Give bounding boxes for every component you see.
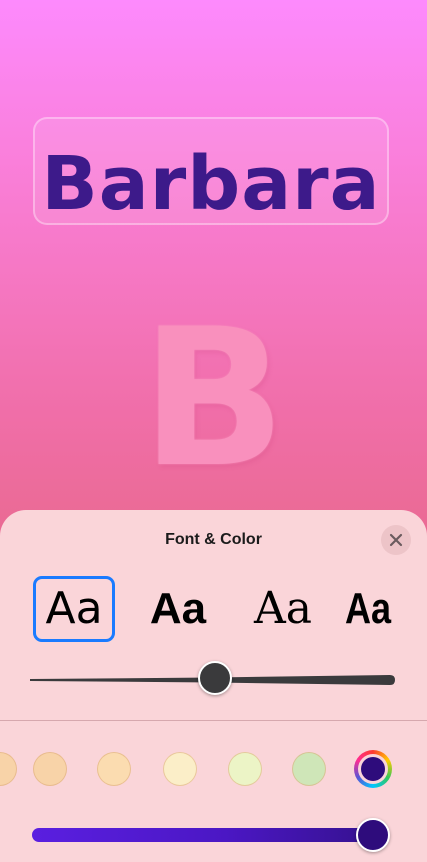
color-swatch-5[interactable] xyxy=(292,752,326,786)
font-option-2[interactable]: Aa xyxy=(137,576,219,642)
selected-color-dot xyxy=(361,757,385,781)
color-swatch-3[interactable] xyxy=(163,752,197,786)
name-text: Barbara xyxy=(41,141,381,227)
color-swatch-1[interactable] xyxy=(33,752,67,786)
close-icon xyxy=(389,533,403,547)
sheet-title: Font & Color xyxy=(165,531,262,548)
font-option-1[interactable]: Aa xyxy=(33,576,115,642)
font-option-3[interactable]: Aa xyxy=(242,576,324,642)
font-weight-slider-thumb[interactable] xyxy=(198,661,232,695)
color-swatch-4[interactable] xyxy=(228,752,262,786)
divider xyxy=(0,720,427,721)
color-shade-slider-thumb[interactable] xyxy=(356,818,390,852)
color-swatch-selected[interactable] xyxy=(354,750,392,788)
monogram-letter: B xyxy=(141,288,286,509)
color-swatch-2[interactable] xyxy=(97,752,131,786)
name-field[interactable]: Barbara xyxy=(33,117,389,227)
font-color-sheet: Font & Color Aa Aa Aa Aa xyxy=(0,510,427,862)
color-shade-slider-track[interactable] xyxy=(32,828,384,842)
close-button[interactable] xyxy=(381,525,411,555)
font-option-4[interactable]: Aa xyxy=(345,576,402,642)
color-swatch-partial[interactable] xyxy=(0,752,17,786)
